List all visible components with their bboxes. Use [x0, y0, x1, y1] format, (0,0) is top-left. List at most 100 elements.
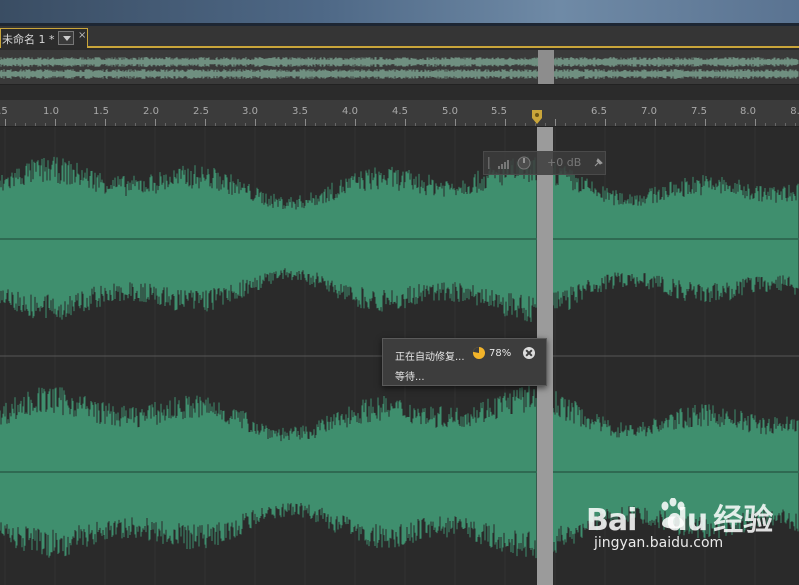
ruler-tick: [185, 123, 186, 126]
ruler-tick: [765, 123, 766, 126]
ruler-tick: [265, 123, 266, 126]
ruler-tick: [575, 123, 576, 126]
ruler-tick: [15, 123, 16, 126]
watermark-logo: Bai: [586, 503, 637, 538]
ruler-tick: [465, 123, 466, 126]
autoheal-progress-dialog: 正在自动修复... 78% 等待...: [382, 338, 547, 386]
ruler-tick: [105, 119, 106, 126]
progress-status-text: 正在自动修复...: [395, 352, 465, 363]
ruler-tick: [645, 123, 646, 126]
baidu-paw-icon: [661, 498, 685, 529]
ruler-tick: [115, 123, 116, 126]
watermark-url: jingyan.baidu.com: [594, 535, 724, 551]
waveform-overview[interactable]: [0, 50, 799, 85]
ruler-tick: [135, 123, 136, 126]
gain-value[interactable]: +0 dB: [547, 156, 581, 169]
gain-hud[interactable]: +0 dB: [483, 151, 606, 175]
ruler-tick: [315, 123, 316, 126]
ruler-tick: [635, 123, 636, 126]
progress-percent: 78%: [489, 348, 512, 359]
ruler-tick: [625, 123, 626, 126]
overview-waveform: [0, 57, 799, 79]
ruler-tick: [85, 123, 86, 126]
ruler-tick: [355, 119, 356, 126]
ruler-tick: [325, 123, 326, 126]
ruler-tick: [205, 119, 206, 126]
playhead-marker-icon[interactable]: [532, 110, 542, 124]
ruler-tick-label: 6.5: [591, 106, 607, 117]
cancel-close-icon[interactable]: [523, 347, 535, 359]
ruler-tick: [685, 123, 686, 126]
ruler-tick-label: 5.0: [442, 106, 458, 117]
ruler-tick-label: 8.: [790, 106, 799, 117]
overview-viewport-indicator[interactable]: [538, 50, 554, 84]
ruler-tick: [65, 123, 66, 126]
ruler-tick: [55, 119, 56, 126]
ruler-tick: [335, 123, 336, 126]
ruler-tick-label: 4.0: [342, 106, 358, 117]
ruler-tick: [505, 119, 506, 126]
ruler-tick: [745, 123, 746, 126]
ruler-tick-label: 5.5: [491, 106, 507, 117]
ruler-tick: [565, 123, 566, 126]
window-titlebar: [0, 0, 799, 26]
ruler-tick: [435, 123, 436, 126]
ruler-tick: [495, 123, 496, 126]
ruler-tick: [675, 123, 676, 126]
ruler-tick: [405, 119, 406, 126]
ruler-tick: [485, 123, 486, 126]
ruler-tick: [255, 119, 256, 126]
ruler-tick-label: 3.0: [242, 106, 258, 117]
ruler-tick-label: 3.5: [292, 106, 308, 117]
ruler-tick: [345, 123, 346, 126]
ruler-tick: [165, 123, 166, 126]
ruler-tick: [665, 123, 666, 126]
pin-icon[interactable]: [592, 157, 604, 169]
ruler-tick: [215, 123, 216, 126]
ruler-tick: [725, 123, 726, 126]
ruler-tick: [515, 123, 516, 126]
tab-dropdown-icon[interactable]: [58, 31, 74, 45]
level-meter-icon: [488, 157, 509, 169]
ruler-tick: [735, 123, 736, 126]
ruler-tick: [655, 119, 656, 126]
ruler-tick: [525, 123, 526, 126]
ruler-tick: [705, 119, 706, 126]
document-tabbar: 未命名 1 * ×: [0, 26, 799, 48]
ruler-tick: [585, 123, 586, 126]
ruler-tick: [235, 123, 236, 126]
ruler-tick-label: 7.5: [691, 106, 707, 117]
ruler-tick: [285, 123, 286, 126]
ruler-tick: [125, 123, 126, 126]
ruler-tick: [545, 123, 546, 126]
knob-icon[interactable]: [517, 156, 531, 170]
time-ruler[interactable]: .5 1.0 1.5 2.0 2.5 3.0 3.5 4.0 4.5 5.0 5.5 6.5 7.0 7.…: [0, 100, 799, 127]
ruler-tick: [715, 123, 716, 126]
ruler-tick: [695, 123, 696, 126]
ruler-tick: [305, 119, 306, 126]
ruler-tick: [475, 123, 476, 126]
watermark-jingyan: 经验: [713, 503, 774, 538]
ruler-tick: [275, 123, 276, 126]
ruler-tick: [5, 119, 6, 126]
ruler-tick: [795, 123, 796, 126]
ruler-tick-label: 8.0: [740, 106, 756, 117]
ruler-tick: [395, 123, 396, 126]
ruler-tick: [225, 123, 226, 126]
tab-close-icon[interactable]: ×: [78, 30, 86, 41]
ruler-tick: [25, 123, 26, 126]
ruler-tick: [415, 123, 416, 126]
ruler-tick: [95, 123, 96, 126]
tab-title: 未命名 1 *: [2, 33, 55, 46]
ruler-tick: [425, 123, 426, 126]
ruler-tick-label: 2.0: [143, 106, 159, 117]
document-tab[interactable]: 未命名 1 * ×: [0, 28, 88, 48]
ruler-tick-label: 2.5: [193, 106, 209, 117]
ruler-tick: [555, 119, 556, 126]
ruler-tick: [605, 119, 606, 126]
ruler-tick: [595, 123, 596, 126]
ruler-tick-label: 1.0: [43, 106, 59, 117]
ruler-tick: [195, 123, 196, 126]
ruler-tick: [35, 123, 36, 126]
ruler-tick-label: 4.5: [392, 106, 408, 117]
